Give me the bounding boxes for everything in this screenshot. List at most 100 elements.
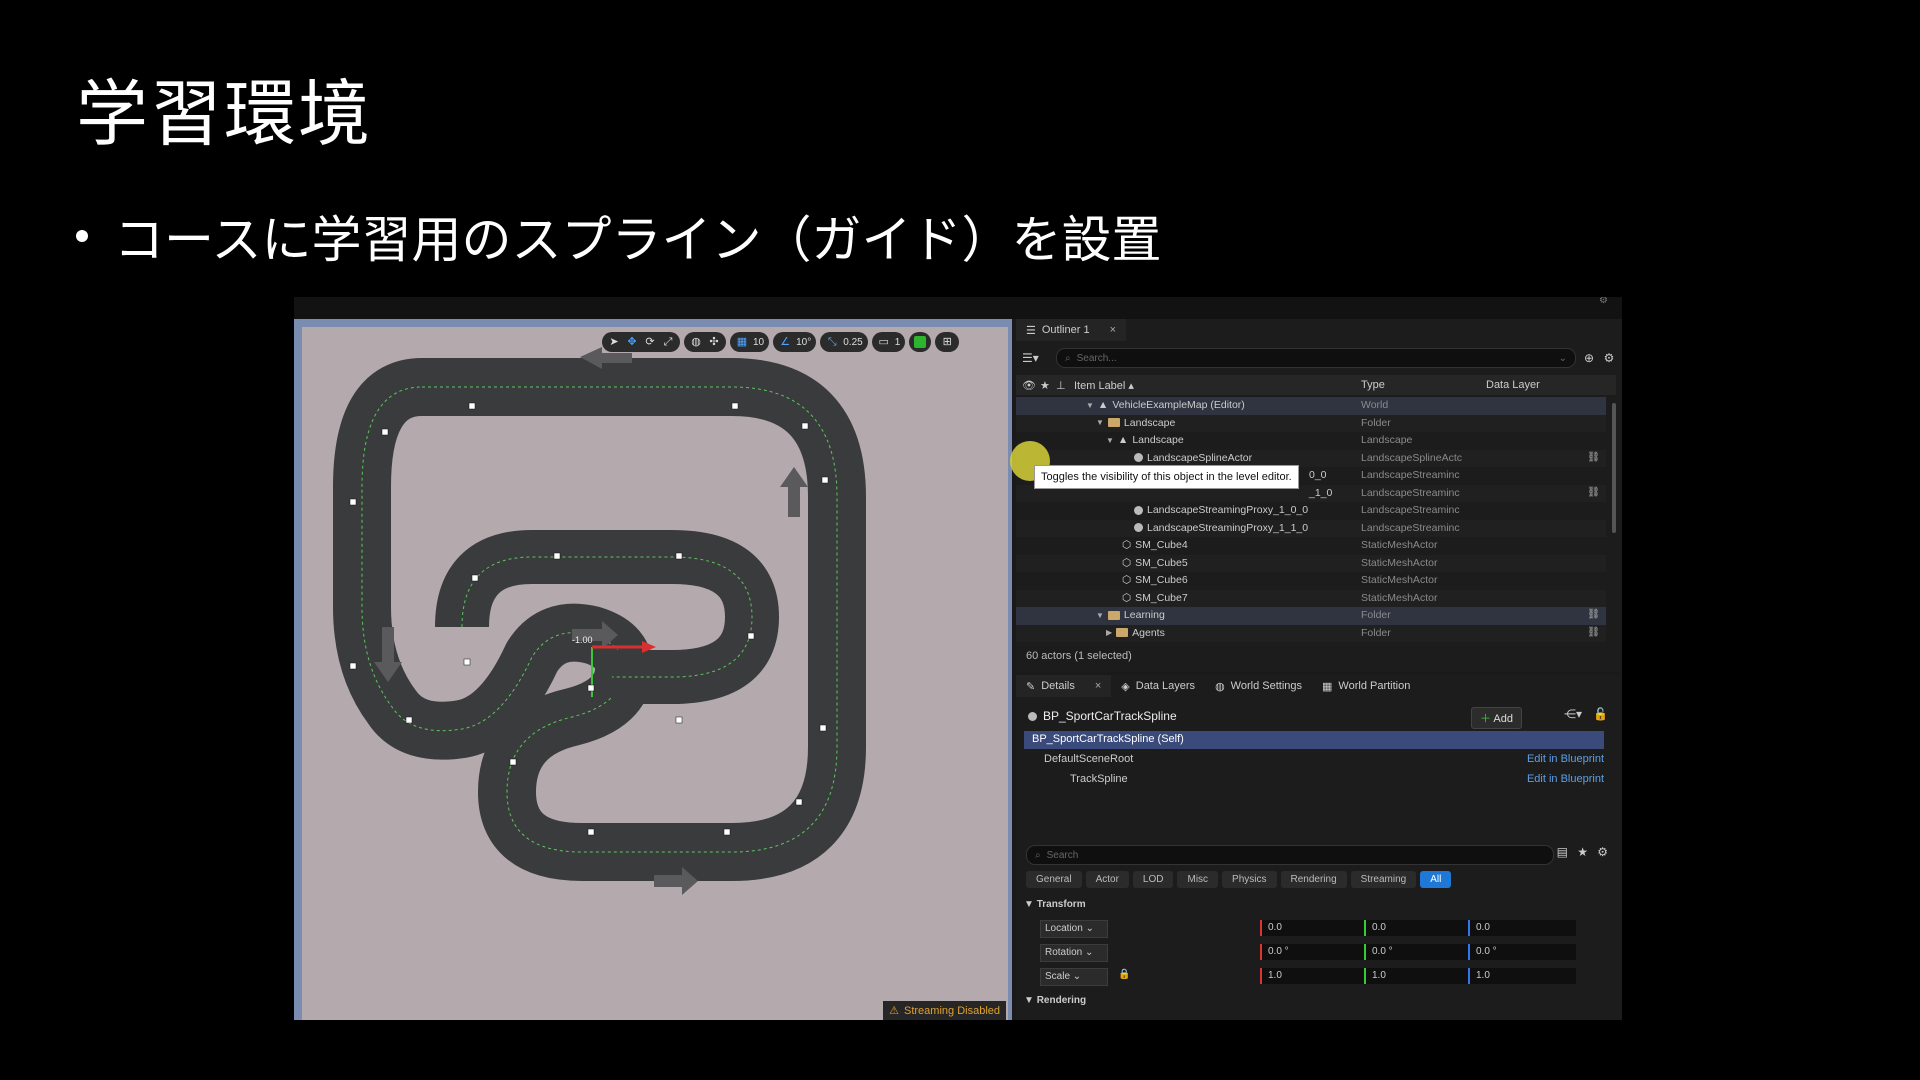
edit-in-blueprint-link[interactable]: Edit in Blueprint [1527, 753, 1604, 765]
world-coords-icon[interactable]: ◍ [689, 335, 703, 349]
outliner-scrollbar[interactable] [1612, 403, 1616, 533]
settings-icon[interactable]: ⚙ [1599, 297, 1608, 306]
location-dropdown[interactable]: Location ⌄ [1040, 920, 1108, 938]
grid-snap-group[interactable]: ▦ 10 [730, 332, 770, 352]
favorite-column-icon[interactable]: ★ [1040, 379, 1050, 392]
layout-icon[interactable]: ⊞ [940, 335, 954, 349]
filter-rendering[interactable]: Rendering [1280, 871, 1347, 888]
expand-icon[interactable]: ▼ [1106, 436, 1114, 445]
blueprint-options-icon[interactable]: ⋲▾ [1564, 707, 1582, 721]
column-item-label[interactable]: Item Label ▴ [1074, 379, 1134, 392]
gear-icon[interactable]: ⚙ [1597, 845, 1608, 859]
component-row-spline[interactable]: TrackSpline Edit in Blueprint [1024, 771, 1604, 789]
expand-icon[interactable]: ▼ [1096, 611, 1104, 620]
realtime-icon[interactable] [914, 336, 927, 348]
camera-speed-group[interactable]: ▭ 1 [871, 332, 906, 352]
filter-physics[interactable]: Physics [1222, 871, 1277, 888]
translate-mode-icon[interactable]: ✥ [625, 335, 639, 349]
transform-section[interactable]: ▼ Transform [1024, 899, 1086, 910]
scale-z-field[interactable]: 1.0 [1468, 968, 1576, 984]
surface-snap-icon[interactable]: ✣ [707, 335, 721, 349]
filter-icon[interactable]: ☰▾ [1022, 351, 1050, 365]
rotation-dropdown[interactable]: Rotation ⌄ [1040, 944, 1108, 962]
rotation-z-field[interactable]: 0.0 ° [1468, 944, 1576, 960]
link-icon[interactable]: ⛓ [1587, 452, 1600, 463]
camera-speed-value[interactable]: 1 [895, 337, 901, 348]
filter-lod[interactable]: LOD [1132, 871, 1174, 888]
layout-group[interactable]: ⊞ [935, 332, 960, 352]
scale-y-field[interactable]: 1.0 [1364, 968, 1472, 984]
angle-snap-icon[interactable]: ∠ [778, 335, 792, 349]
rotate-snap-value[interactable]: 10° [796, 337, 811, 348]
details-search-input[interactable]: ⌕ Search [1026, 845, 1554, 865]
scale-lock-icon[interactable]: 🔒 [1118, 969, 1130, 980]
table-row[interactable]: ▼ Landscape Folder [1016, 414, 1606, 432]
scale-snap-value[interactable]: 0.25 [843, 337, 862, 348]
filter-streaming[interactable]: Streaming [1350, 871, 1417, 888]
filter-all[interactable]: All [1420, 871, 1452, 888]
tab-world-settings[interactable]: ◍ World Settings [1205, 675, 1312, 697]
table-row[interactable]: ▼ ▲ VehicleExampleMap (Editor) World [1016, 397, 1606, 415]
location-x-field[interactable]: 0.0 [1260, 920, 1368, 936]
level-viewport[interactable]: -1.00 ➤ ✥ ⟳ ⤢ ◍ ✣ ▦ 10 ∠ 10° ⤡ 0.25 ▭ 1 … [294, 319, 1012, 1020]
visibility-column-icon[interactable]: 👁 [1022, 379, 1036, 392]
chevron-down-icon[interactable]: ⌄ [1559, 353, 1567, 364]
table-view-icon[interactable]: ▤ [1557, 845, 1568, 859]
scale-snap-group[interactable]: ⤡ 0.25 [820, 332, 868, 352]
add-folder-icon[interactable]: ⊕ [1582, 351, 1596, 365]
table-row[interactable]: ⬡ SM_Cube6 StaticMeshActor [1016, 572, 1606, 590]
scale-dropdown[interactable]: Scale ⌄ [1040, 968, 1108, 986]
row-type: Folder [1361, 416, 1391, 429]
link-icon[interactable]: ⛓ [1587, 627, 1600, 638]
table-row[interactable]: ⬡ SM_Cube5 StaticMeshActor [1016, 554, 1606, 572]
link-icon[interactable]: ⛓ [1587, 609, 1600, 620]
tab-details[interactable]: ✎ Details × [1016, 675, 1112, 697]
component-row-root[interactable]: DefaultSceneRoot Edit in Blueprint [1024, 751, 1604, 769]
table-row[interactable]: ⬡ SM_Cube4 StaticMeshActor [1016, 537, 1606, 555]
rendering-section[interactable]: ▼ Rendering [1024, 995, 1086, 1006]
column-data-layer[interactable]: Data Layer [1486, 379, 1540, 391]
table-row[interactable]: LandscapeStreamingProxy_1_1_0 LandscapeSt… [1016, 519, 1606, 537]
star-icon[interactable]: ★ [1577, 845, 1588, 859]
edit-in-blueprint-link[interactable]: Edit in Blueprint [1527, 773, 1604, 785]
add-component-button[interactable]: ＋ Add [1470, 707, 1522, 729]
outliner-search-input[interactable]: ⌕ Search... ⌄ [1056, 348, 1576, 368]
viewport-canvas[interactable]: -1.00 ➤ ✥ ⟳ ⤢ ◍ ✣ ▦ 10 ∠ 10° ⤡ 0.25 ▭ 1 … [302, 327, 1008, 1020]
location-z-field[interactable]: 0.0 [1468, 920, 1576, 936]
rotate-mode-icon[interactable]: ⟳ [643, 335, 657, 349]
gear-icon[interactable]: ⚙ [1602, 351, 1616, 365]
tab-data-layers[interactable]: ◈ Data Layers [1111, 675, 1206, 697]
table-row[interactable]: ▶ Agents Folder ⛓ [1016, 624, 1606, 642]
rotate-snap-group[interactable]: ∠ 10° [773, 332, 817, 352]
column-type[interactable]: Type [1361, 379, 1385, 391]
component-row-self[interactable]: BP_SportCarTrackSpline (Self) [1024, 731, 1604, 749]
close-icon[interactable]: × [1110, 324, 1116, 336]
table-row[interactable]: ▼ Learning Folder ⛓ [1016, 607, 1606, 625]
location-y-field[interactable]: 0.0 [1364, 920, 1472, 936]
rotation-x-field[interactable]: 0.0 ° [1260, 944, 1368, 960]
table-row[interactable]: ▼ ▲ Landscape Landscape [1016, 432, 1606, 450]
link-icon[interactable]: ⛓ [1587, 487, 1600, 498]
tab-world-partition[interactable]: ▦ World Partition [1312, 675, 1421, 697]
scale-snap-icon[interactable]: ⤡ [825, 335, 839, 349]
select-mode-icon[interactable]: ➤ [607, 335, 621, 349]
grid-snap-icon[interactable]: ▦ [735, 335, 749, 349]
collapse-icon[interactable]: ▶ [1106, 628, 1112, 637]
filter-actor[interactable]: Actor [1085, 871, 1129, 888]
pin-column-icon[interactable]: ⊥ [1056, 379, 1066, 392]
filter-general[interactable]: General [1026, 871, 1082, 888]
close-icon[interactable]: × [1095, 680, 1101, 692]
expand-icon[interactable]: ▼ [1096, 418, 1104, 427]
realtime-group[interactable] [909, 332, 932, 352]
expand-icon[interactable]: ▼ [1086, 401, 1094, 410]
grid-snap-value[interactable]: 10 [753, 337, 764, 348]
tab-outliner[interactable]: ☰ Outliner 1 × [1016, 319, 1127, 341]
table-row[interactable]: LandscapeStreamingProxy_1_0_0 LandscapeSt… [1016, 502, 1606, 520]
rotation-y-field[interactable]: 0.0 ° [1364, 944, 1472, 960]
scale-x-field[interactable]: 1.0 [1260, 968, 1368, 984]
lock-icon[interactable]: 🔓 [1593, 707, 1608, 721]
table-row[interactable]: ⬡ SM_Cube7 StaticMeshActor [1016, 589, 1606, 607]
scale-mode-icon[interactable]: ⤢ [661, 335, 675, 349]
filter-misc[interactable]: Misc [1177, 871, 1219, 888]
camera-icon[interactable]: ▭ [877, 335, 891, 349]
